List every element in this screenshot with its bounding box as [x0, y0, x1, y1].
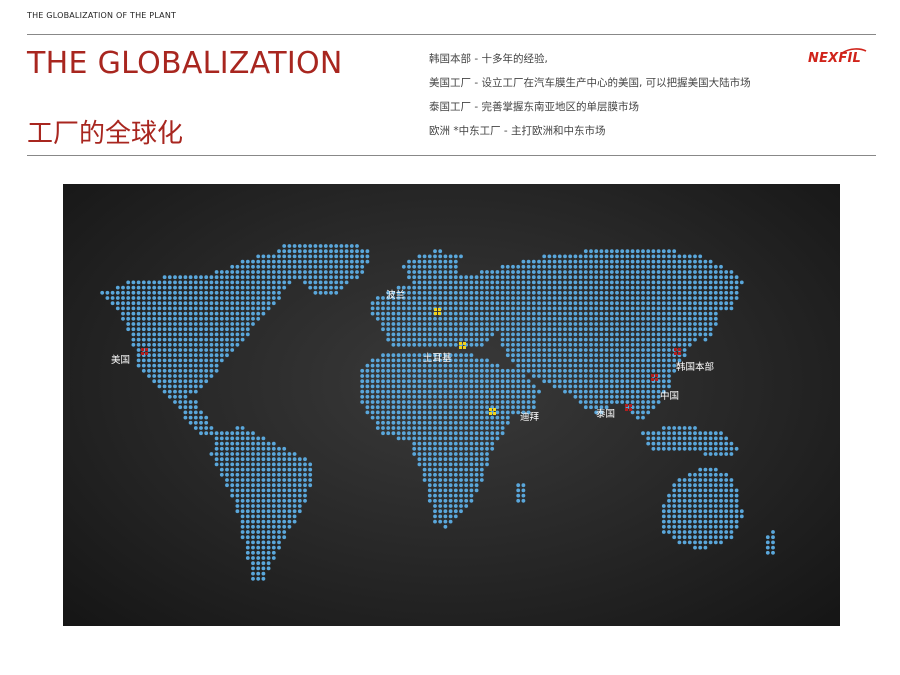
label-thailand: 泰国 — [596, 409, 616, 420]
key-points-list: 韩国本部 - 十多年的经验, 美国工厂 - 设立工厂在汽车膜生产中心的美国, 可… — [429, 52, 751, 148]
top-divider — [27, 34, 876, 35]
label-korea-hq: 韩国本部 — [676, 362, 715, 373]
point-korea-hq: 韩国本部 - 十多年的经验, — [429, 53, 548, 65]
logo-text: NEXFIL — [808, 51, 861, 66]
bottom-divider — [27, 155, 876, 156]
label-poland: 波兰 — [386, 290, 406, 301]
breadcrumb: THE GLOBALIZATION OF THE PLANT — [27, 11, 177, 20]
point-usa-plant: 美国工厂 - 设立工厂在汽车膜生产中心的美国, 可以把握美国大陆市场 — [429, 77, 751, 89]
point-europe-mideast-plant: 欧洲 *中东工厂 - 主打欧洲和中东市场 — [429, 125, 606, 137]
poland-marker — [434, 308, 441, 315]
point-thailand-plant: 泰国工厂 - 完善掌握东南亚地区的单层膜市场 — [429, 101, 639, 113]
world-map-panel: 波兰 美国 土耳基 韩国本部 中国 泰国 迪拜 — [63, 184, 840, 626]
label-turkey: 土耳基 — [423, 353, 452, 364]
label-dubai: 迪拜 — [520, 412, 540, 423]
world-dot-map — [100, 244, 775, 581]
page-title: THE GLOBALIZATION — [27, 46, 343, 81]
label-china: 中国 — [660, 391, 680, 402]
label-usa: 美国 — [111, 355, 131, 366]
map-dots — [100, 244, 775, 581]
nexfil-logo: NEXFIL — [808, 48, 872, 70]
page-subtitle: 工厂的全球化 — [27, 119, 184, 149]
